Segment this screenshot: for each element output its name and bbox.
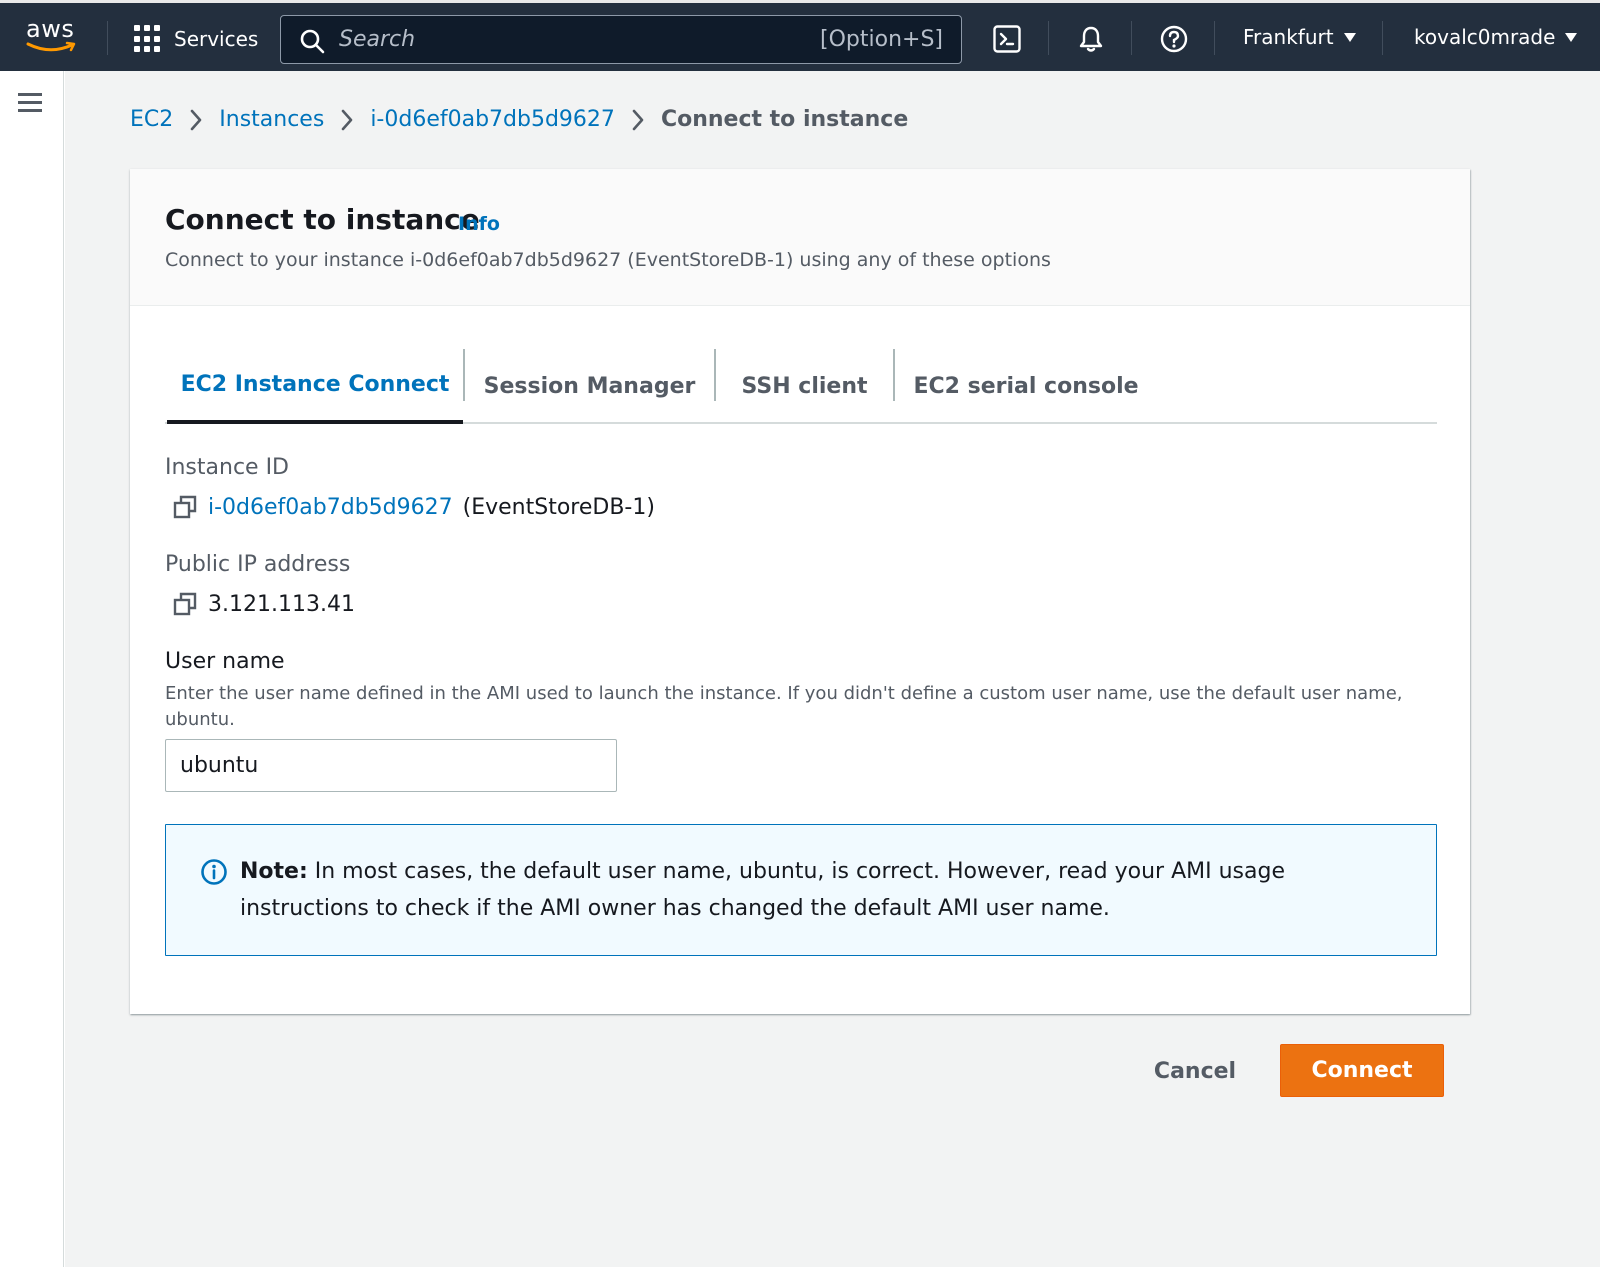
- region-selector[interactable]: Frankfurt: [1243, 25, 1356, 49]
- search-shortcut-hint: [Option+S]: [820, 27, 943, 52]
- tab-ssh-client[interactable]: SSH client: [716, 349, 893, 424]
- card-description: Connect to your instance i-0d6ef0ab7db5d…: [165, 249, 1051, 271]
- public-ip-label: Public IP address: [165, 552, 351, 577]
- copy-icon[interactable]: [172, 494, 198, 520]
- instance-name: (EventStoreDB-1): [462, 494, 655, 520]
- public-ip-value: 3.121.113.41: [208, 591, 355, 617]
- info-circle-icon: [201, 859, 227, 885]
- notifications-button[interactable]: [1075, 23, 1107, 55]
- caret-down-icon: [1343, 32, 1356, 42]
- help-icon: [1160, 25, 1188, 53]
- breadcrumb-item-ec2[interactable]: EC2: [130, 107, 173, 132]
- instance-id-link[interactable]: i-0d6ef0ab7db5d9627: [208, 495, 453, 520]
- chevron-right-icon: [631, 108, 645, 132]
- breadcrumb-current: Connect to instance: [660, 107, 909, 132]
- tab-session-manager[interactable]: Session Manager: [465, 349, 714, 424]
- user-name-label: User name: [165, 649, 285, 674]
- chevron-right-icon: [340, 108, 354, 132]
- side-navigation: [0, 71, 64, 1267]
- chevron-right-icon: [189, 108, 203, 132]
- card-header: Connect to instance Info Connect to your…: [130, 169, 1470, 306]
- breadcrumb-item-instance-id[interactable]: i-0d6ef0ab7db5d9627: [370, 107, 615, 132]
- connect-button[interactable]: Connect: [1280, 1044, 1444, 1097]
- nav-divider: [1214, 21, 1215, 55]
- nav-divider: [1048, 21, 1049, 55]
- services-menu[interactable]: Services: [134, 23, 258, 55]
- connection-tabs: EC2 Instance Connect Session Manager SSH…: [165, 349, 1437, 424]
- account-menu[interactable]: kovalc0mrade: [1414, 25, 1578, 49]
- instance-id-label: Instance ID: [165, 455, 289, 480]
- tab-ec2-serial-console[interactable]: EC2 serial console: [895, 349, 1157, 424]
- public-ip-value-row: 3.121.113.41: [172, 591, 355, 617]
- caret-down-icon: [1565, 32, 1578, 42]
- info-link[interactable]: Info: [458, 213, 500, 235]
- page-title: Connect to instance: [165, 203, 480, 236]
- user-name-input[interactable]: [165, 739, 617, 792]
- alert-prefix: Note:: [240, 859, 308, 884]
- instance-id-value-row: i-0d6ef0ab7db5d9627 (EventStoreDB-1): [172, 494, 655, 520]
- info-alert: Note: In most cases, the default user na…: [165, 824, 1437, 956]
- nav-divider: [107, 21, 108, 55]
- aws-logo[interactable]: aws: [24, 15, 80, 57]
- aws-smile-icon: [26, 41, 76, 52]
- alert-message: Note: In most cases, the default user na…: [240, 853, 1400, 927]
- nav-divider: [1382, 21, 1383, 55]
- region-label: Frankfurt: [1243, 25, 1334, 49]
- copy-icon[interactable]: [172, 591, 198, 617]
- top-navigation: aws Services [Option+S]: [0, 0, 1600, 71]
- user-name-help: Enter the user name defined in the AMI u…: [165, 683, 1403, 730]
- help-button[interactable]: [1158, 23, 1190, 55]
- menu-hamburger-icon[interactable]: [18, 93, 42, 113]
- search-input[interactable]: [339, 24, 799, 54]
- cloudshell-icon: [993, 25, 1021, 53]
- account-label: kovalc0mrade: [1414, 25, 1556, 49]
- cancel-button[interactable]: Cancel: [1145, 1045, 1245, 1097]
- services-grid-icon: [134, 25, 162, 53]
- bell-icon: [1079, 26, 1103, 52]
- aws-logo-text: aws: [26, 15, 75, 43]
- services-label: Services: [174, 27, 259, 51]
- alert-body: In most cases, the default user name, ub…: [240, 859, 1285, 921]
- search-bar[interactable]: [Option+S]: [280, 15, 962, 64]
- breadcrumb: EC2 Instances i-0d6ef0ab7db5d9627 Connec…: [130, 107, 908, 132]
- breadcrumb-item-instances[interactable]: Instances: [219, 107, 324, 132]
- search-icon: [300, 29, 325, 54]
- nav-divider: [1131, 21, 1132, 55]
- main-content: EC2 Instances i-0d6ef0ab7db5d9627 Connec…: [65, 71, 1600, 1267]
- cloudshell-button[interactable]: [991, 23, 1023, 55]
- connect-card: Connect to instance Info Connect to your…: [130, 169, 1470, 1014]
- tab-ec2-instance-connect[interactable]: EC2 Instance Connect: [167, 349, 463, 424]
